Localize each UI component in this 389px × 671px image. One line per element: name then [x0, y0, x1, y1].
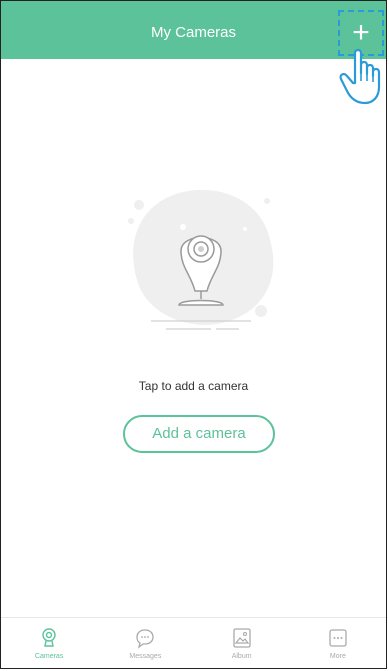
more-dots-icon — [329, 628, 347, 647]
page-title: My Cameras — [150, 24, 236, 41]
image-icon — [232, 627, 251, 648]
chat-bubble-icon — [136, 628, 155, 649]
camera-icon — [42, 627, 56, 647]
pointing-hand-icon — [339, 48, 381, 105]
tab-more[interactable]: More — [290, 618, 386, 668]
empty-state-message: Tap to add a camera — [138, 379, 249, 393]
bottom-tab-bar: Cameras Messages Album More — [1, 617, 386, 668]
tab-cameras[interactable]: Cameras — [1, 618, 97, 668]
app-screen: My Cameras + Tap to add a camera Add a c… — [0, 0, 387, 669]
tab-label: Cameras — [34, 652, 64, 660]
tab-label: More — [329, 652, 346, 660]
camera-illustration — [128, 189, 274, 330]
top-bar: My Cameras + — [1, 1, 386, 59]
tab-messages[interactable]: Messages — [97, 618, 193, 668]
tab-album[interactable]: Album — [194, 618, 290, 668]
tab-label: Messages — [129, 652, 162, 660]
tab-label: Album — [231, 652, 252, 660]
add-a-camera-button[interactable]: Add a camera — [123, 415, 275, 453]
